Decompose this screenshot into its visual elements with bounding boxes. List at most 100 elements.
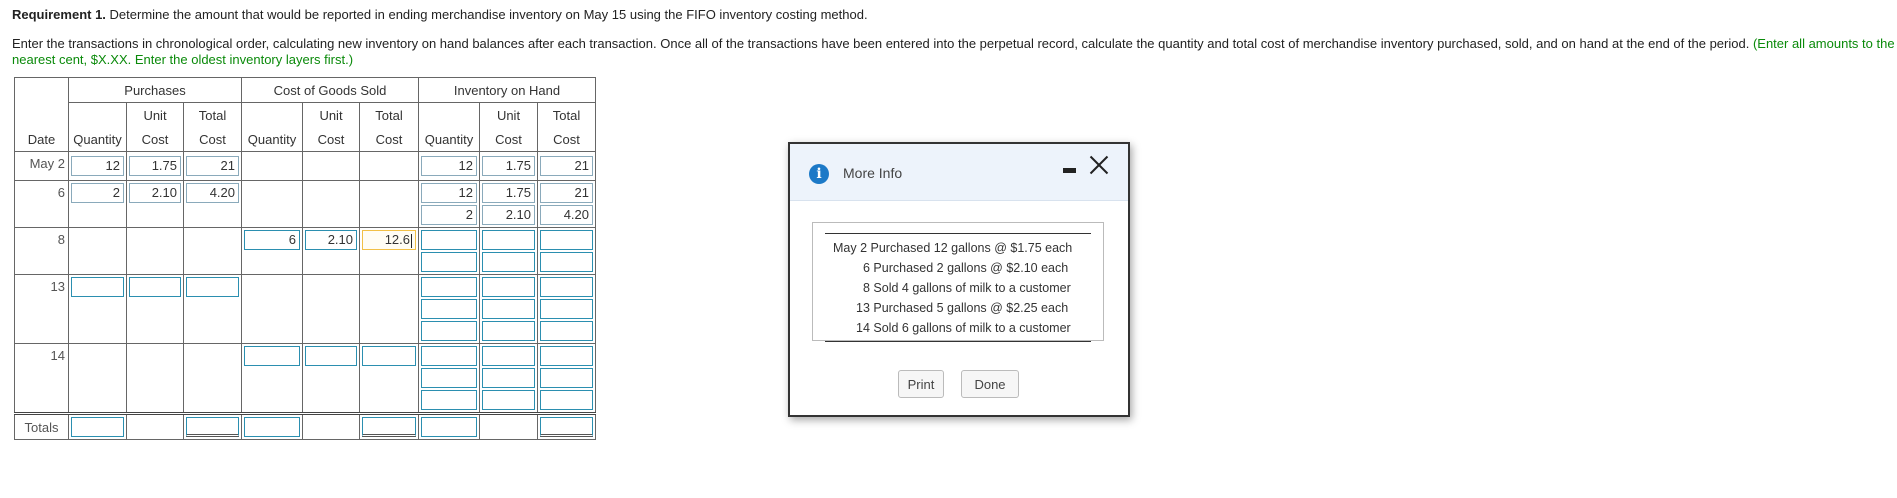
requirement-text: Determine the amount that would be repor… <box>105 7 868 22</box>
c-unit-top: Unit <box>302 102 360 127</box>
onhand-quantity-field[interactable] <box>421 277 477 297</box>
o-unit-top: Unit <box>479 102 538 127</box>
onhand-total-cost-field[interactable]: 21 <box>540 183 593 203</box>
onhand-total-cost-field[interactable] <box>540 252 593 272</box>
o-quantity-header: Quantity <box>418 127 480 152</box>
more-info-dialog: i More Info May 2 Purchased 12 gallons @… <box>788 142 1130 417</box>
total-cogs-cost-field[interactable] <box>362 417 416 437</box>
c-total-cost-header: Cost <box>359 127 419 152</box>
transactions-list: May 2 Purchased 12 gallons @ $1.75 each … <box>825 233 1091 342</box>
table-row: 8 6 2.10 12.6 <box>14 227 596 275</box>
requirement-heading: Requirement 1. Determine the amount that… <box>12 7 868 22</box>
onhand-quantity-field[interactable] <box>421 299 477 319</box>
close-icon[interactable] <box>1088 154 1110 176</box>
o-total-cost-header: Cost <box>537 127 596 152</box>
onhand-quantity-field[interactable] <box>421 252 477 272</box>
purchase-quantity-field[interactable]: 2 <box>71 183 124 203</box>
requirement-label: Requirement 1. <box>12 7 106 22</box>
cogs-total-cost-field[interactable]: 12.6 <box>362 230 416 250</box>
onhand-total-cost-field[interactable] <box>540 368 593 388</box>
onhand-quantity-field[interactable] <box>421 321 477 341</box>
onhand-unit-cost-field[interactable] <box>482 321 535 341</box>
info-icon: i <box>809 164 829 184</box>
purchase-unit-cost-field[interactable] <box>129 277 181 297</box>
done-button[interactable]: Done <box>961 370 1019 398</box>
purchase-total-cost-field[interactable] <box>186 277 239 297</box>
onhand-quantity-field[interactable]: 12 <box>421 183 477 203</box>
info-box: May 2 Purchased 12 gallons @ $1.75 each … <box>812 222 1104 342</box>
row-date: May 2 <box>14 151 69 181</box>
instructions-text: Enter the transactions in chronological … <box>12 36 1753 51</box>
onhand-unit-cost-field[interactable] <box>482 230 535 250</box>
p-unit-cost-header: Cost <box>126 127 184 152</box>
onhand-quantity-field[interactable] <box>421 368 477 388</box>
table-row: May 2 12 1.75 21 12 1.75 21 <box>14 151 596 181</box>
cogs-total-cost-field[interactable] <box>362 346 416 366</box>
onhand-quantity-field[interactable] <box>421 230 477 250</box>
onhand-unit-cost-field[interactable] <box>482 299 535 319</box>
total-purchase-cost-field[interactable] <box>186 417 239 437</box>
onhand-quantity-field[interactable]: 2 <box>421 205 477 225</box>
total-onhand-cost-field[interactable] <box>540 417 593 437</box>
onhand-total-cost-field[interactable] <box>540 277 593 297</box>
total-onhand-quantity-field[interactable] <box>421 417 477 437</box>
onhand-unit-cost-field[interactable]: 1.75 <box>482 183 535 203</box>
cogs-quantity-field[interactable] <box>244 346 300 366</box>
cogs-group-header: Cost of Goods Sold <box>241 77 419 103</box>
onhand-total-cost-field[interactable]: 21 <box>540 156 593 176</box>
purchase-quantity-field[interactable]: 12 <box>71 156 124 176</box>
c-unit-cost-header: Cost <box>302 127 360 152</box>
c-total-top: Total <box>359 102 419 127</box>
totals-row: Totals <box>14 412 596 440</box>
onhand-total-cost-field[interactable]: 4.20 <box>540 205 593 225</box>
onhand-unit-cost-field[interactable]: 1.75 <box>482 156 535 176</box>
purchase-unit-cost-field[interactable]: 1.75 <box>129 156 181 176</box>
p-unit-top: Unit <box>126 102 184 127</box>
total-purchase-quantity-field[interactable] <box>71 417 124 437</box>
onhand-total-cost-field[interactable] <box>540 346 593 366</box>
purchase-total-cost-field[interactable]: 4.20 <box>186 183 239 203</box>
table-row: 6 2 2.10 4.20 12 2 1.75 2.10 21 4.20 <box>14 180 596 228</box>
p-total-cost-header: Cost <box>183 127 242 152</box>
date-header-blank <box>14 77 69 103</box>
total-cogs-quantity-field[interactable] <box>244 417 300 437</box>
totals-label: Totals <box>14 412 69 440</box>
onhand-quantity-field[interactable] <box>421 390 477 410</box>
perpetual-inventory-record: Purchases Cost of Goods Sold Inventory o… <box>14 77 596 440</box>
onhand-unit-cost-field[interactable] <box>482 368 535 388</box>
purchase-unit-cost-field[interactable]: 2.10 <box>129 183 181 203</box>
p-total-top: Total <box>183 102 242 127</box>
onhand-unit-cost-field[interactable] <box>482 390 535 410</box>
p-quantity-header: Quantity <box>68 127 127 152</box>
onhand-group-header: Inventory on Hand <box>418 77 596 103</box>
minimize-icon[interactable] <box>1063 168 1076 173</box>
onhand-total-cost-field[interactable] <box>540 299 593 319</box>
transaction-line: May 2 Purchased 12 gallons @ $1.75 each <box>833 241 1073 255</box>
o-unit-cost-header: Cost <box>479 127 538 152</box>
onhand-quantity-field[interactable]: 12 <box>421 156 477 176</box>
onhand-unit-cost-field[interactable] <box>482 277 535 297</box>
purchase-total-cost-field[interactable]: 21 <box>186 156 239 176</box>
table-row: 14 <box>14 343 596 414</box>
cogs-unit-cost-field[interactable] <box>305 346 357 366</box>
print-button[interactable]: Print <box>898 370 944 398</box>
row-date: 8 <box>14 227 69 275</box>
onhand-unit-cost-field[interactable] <box>482 252 535 272</box>
purchase-quantity-field[interactable] <box>71 277 124 297</box>
row-date: 6 <box>14 180 69 228</box>
dialog-title: More Info <box>843 165 903 181</box>
onhand-total-cost-field[interactable] <box>540 230 593 250</box>
table-row: 13 <box>14 274 596 344</box>
transaction-line: 13 Purchased 5 gallons @ $2.25 each <box>856 301 1069 315</box>
onhand-total-cost-field[interactable] <box>540 321 593 341</box>
cogs-quantity-field[interactable]: 6 <box>244 230 300 250</box>
c-quantity-header: Quantity <box>241 127 303 152</box>
instructions: Enter the transactions in chronological … <box>12 36 1897 68</box>
cogs-unit-cost-field[interactable]: 2.10 <box>305 230 357 250</box>
onhand-unit-cost-field[interactable]: 2.10 <box>482 205 535 225</box>
date-header: Date <box>14 127 69 152</box>
onhand-unit-cost-field[interactable] <box>482 346 535 366</box>
onhand-total-cost-field[interactable] <box>540 390 593 410</box>
transaction-line: 14 Sold 6 gallons of milk to a customer <box>856 321 1071 335</box>
onhand-quantity-field[interactable] <box>421 346 477 366</box>
